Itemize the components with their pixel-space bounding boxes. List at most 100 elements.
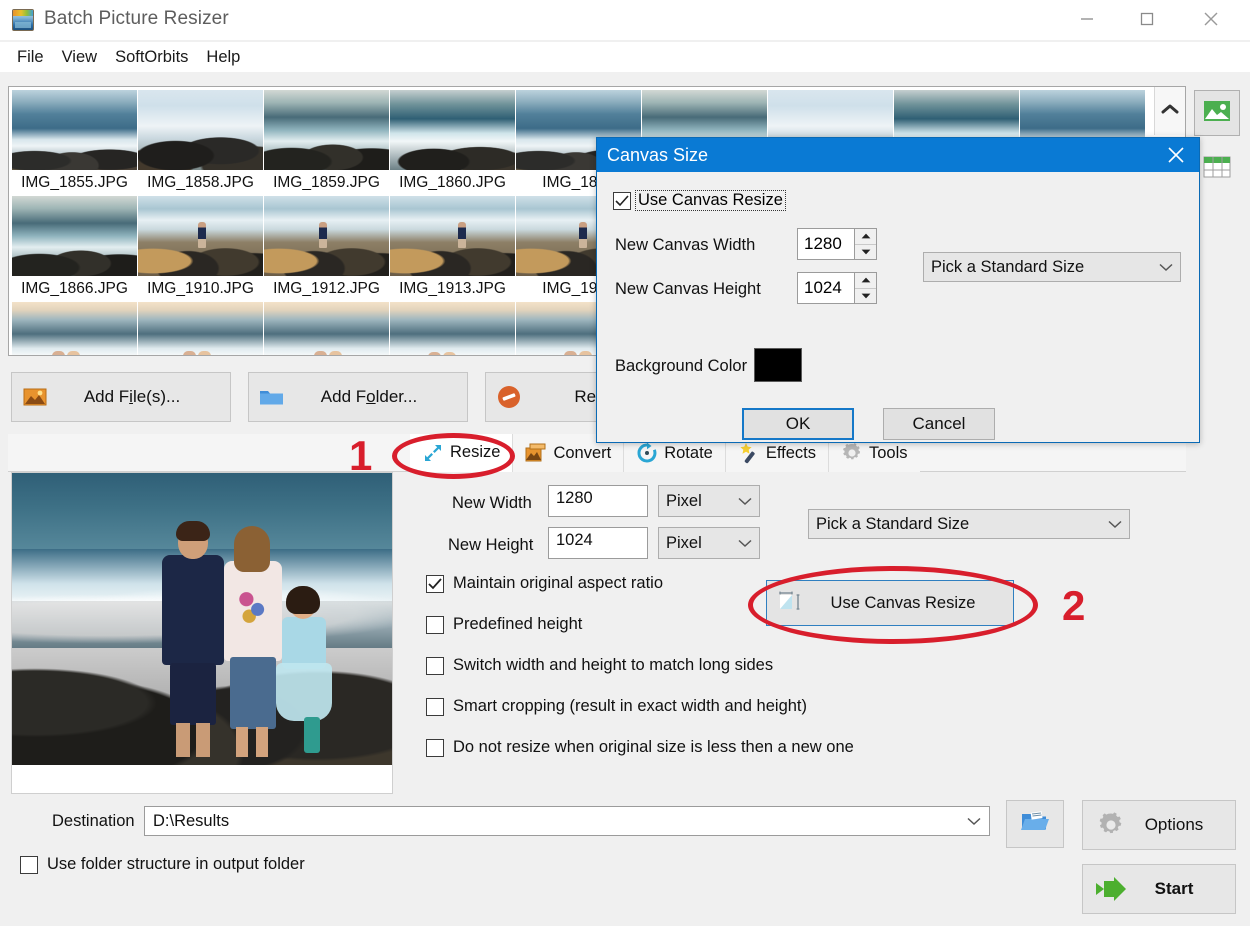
menu-item-help[interactable]: Help xyxy=(197,46,249,69)
chevron-down-icon xyxy=(738,492,752,511)
stepper-down-icon[interactable] xyxy=(855,245,876,260)
menu-item-view[interactable]: View xyxy=(53,46,106,69)
thumbnail-item[interactable] xyxy=(138,302,263,355)
checkbox-box xyxy=(426,574,444,593)
ok-label: OK xyxy=(785,414,811,433)
close-icon[interactable] xyxy=(1153,138,1199,172)
thumbnail-item[interactable]: IMG_1859.JPG xyxy=(264,90,389,196)
thumbnail-item[interactable]: IMG_1910.JPG xyxy=(138,196,263,302)
thumbnail-item[interactable] xyxy=(390,302,515,355)
menu-bar: File View SoftOrbits Help xyxy=(0,42,1250,72)
stepper-down-icon[interactable] xyxy=(855,289,876,304)
checkbox-use-folder-structure[interactable]: Use folder structure in output folder xyxy=(20,855,305,874)
minimize-button[interactable] xyxy=(1064,0,1110,38)
add-folder-button[interactable]: Add Folder... xyxy=(248,372,468,422)
thumbnail-item[interactable]: IMG_1912.JPG xyxy=(264,196,389,302)
checkbox-smart-cropping[interactable]: Smart cropping (result in exact width an… xyxy=(426,697,807,716)
checkbox-do-not-resize-smaller[interactable]: Do not resize when original size is less… xyxy=(426,738,854,757)
maximize-button[interactable] xyxy=(1124,0,1170,38)
annotation-marker-1: 1 xyxy=(349,432,373,479)
checkbox-label: Predefined height xyxy=(453,615,583,633)
new-width-unit-select[interactable]: Pixel xyxy=(658,485,760,517)
checkbox-maintain-aspect-ratio[interactable]: Maintain original aspect ratio xyxy=(426,574,663,593)
close-icon[interactable] xyxy=(1188,0,1234,38)
background-color-swatch[interactable] xyxy=(754,348,802,382)
destination-value: D:\Results xyxy=(153,811,230,830)
new-width-label: New Width xyxy=(452,494,532,512)
thumbnail-filename: IMG_1858.JPG xyxy=(147,174,254,191)
options-label: Options xyxy=(1144,815,1204,834)
new-width-input[interactable]: 1280 xyxy=(548,485,648,517)
app-image-icon xyxy=(12,9,34,31)
thumbnail-item[interactable] xyxy=(264,302,389,355)
canvas-size-dialog: Canvas Size Use Canvas Resize New Canvas… xyxy=(596,137,1200,443)
cancel-button[interactable]: Cancel xyxy=(883,408,995,440)
preview-person-man xyxy=(162,521,224,757)
chevron-down-icon xyxy=(738,534,752,553)
checkbox-label: Smart cropping (result in exact width an… xyxy=(453,697,808,715)
green-arrow-icon xyxy=(1083,877,1139,901)
standard-size-select[interactable]: Pick a Standard Size xyxy=(808,509,1130,539)
new-canvas-height-stepper[interactable]: 1024 xyxy=(797,272,877,304)
gear-icon xyxy=(841,442,863,464)
add-files-label: Add File(s)... xyxy=(83,387,181,406)
stepper-up-icon[interactable] xyxy=(855,229,876,245)
new-canvas-width-input[interactable]: 1280 xyxy=(797,228,855,260)
ok-button[interactable]: OK xyxy=(742,408,854,440)
dialog-checkbox-use-canvas-resize[interactable]: Use Canvas Resize xyxy=(613,190,786,211)
checkbox-predefined-height[interactable]: Predefined height xyxy=(426,615,582,634)
annotation-marker-2: 2 xyxy=(1062,582,1086,629)
annotation-ellipse-resize-tab xyxy=(392,433,515,479)
add-files-button[interactable]: Add File(s)... xyxy=(11,372,231,422)
thumbnail-image xyxy=(390,302,515,355)
thumbnail-item[interactable]: IMG_1866.JPG xyxy=(12,196,137,302)
checkbox-switch-width-height[interactable]: Switch width and height to match long si… xyxy=(426,656,773,675)
new-width-unit-value: Pixel xyxy=(666,491,702,510)
annotation-ellipse-canvas-button xyxy=(748,566,1038,644)
browse-destination-button[interactable] xyxy=(1006,800,1064,848)
thumbnail-scroll-up-button[interactable] xyxy=(1154,87,1185,135)
table-icon xyxy=(1203,155,1231,184)
thumbnail-item[interactable]: IMG_1860.JPG xyxy=(390,90,515,196)
stepper-arrows[interactable] xyxy=(855,228,877,260)
thumbnail-filename: IMG_1855.JPG xyxy=(21,174,128,191)
thumbnail-item[interactable]: IMG_1858.JPG xyxy=(138,90,263,196)
new-height-input[interactable]: 1024 xyxy=(548,527,648,559)
new-height-unit-select[interactable]: Pixel xyxy=(658,527,760,559)
destination-combobox[interactable]: D:\Results xyxy=(144,806,990,836)
thumbnail-item[interactable]: IMG_1855.JPG xyxy=(12,90,137,196)
thumbnail-item[interactable] xyxy=(12,302,137,355)
tab-effects-label: Effects xyxy=(765,443,816,462)
tab-rotate-label: Rotate xyxy=(664,443,713,462)
start-button[interactable]: Start xyxy=(1082,864,1236,914)
view-mode-toolbar xyxy=(1194,90,1244,202)
menu-item-softorbits[interactable]: SoftOrbits xyxy=(106,46,197,69)
menu-item-file[interactable]: File xyxy=(8,46,53,69)
new-canvas-height-input[interactable]: 1024 xyxy=(797,272,855,304)
checkbox-box xyxy=(426,615,444,634)
gear-icon xyxy=(1083,811,1139,839)
stepper-arrows[interactable] xyxy=(855,272,877,304)
thumbnail-filename: IMG_1912.JPG xyxy=(273,280,380,297)
options-button[interactable]: Options xyxy=(1082,800,1236,850)
thumbnail-image xyxy=(390,196,515,276)
view-mode-details-button[interactable] xyxy=(1194,146,1240,192)
thumbnail-filename: IMG_1910.JPG xyxy=(147,280,254,297)
dialog-standard-size-select[interactable]: Pick a Standard Size xyxy=(923,252,1181,282)
thumbnail-image xyxy=(138,302,263,355)
thumbnail-image xyxy=(138,90,263,170)
thumbnail-filename: IMG_1859.JPG xyxy=(273,174,380,191)
convert-image-icon xyxy=(525,442,547,464)
checkbox-label: Switch width and height to match long si… xyxy=(453,656,774,674)
thumbnail-image xyxy=(390,90,515,170)
stepper-up-icon[interactable] xyxy=(855,273,876,289)
new-canvas-width-stepper[interactable]: 1280 xyxy=(797,228,877,260)
view-mode-thumbnail-button[interactable] xyxy=(1194,90,1240,136)
dialog-title-bar: Canvas Size xyxy=(597,138,1199,172)
image-preview-panel[interactable] xyxy=(11,472,393,794)
thumbnail-item[interactable]: IMG_1913.JPG xyxy=(390,196,515,302)
thumbnail-filename: IMG_1860.JPG xyxy=(399,174,506,191)
thumbnail-filename: IMG_1866.JPG xyxy=(21,280,128,297)
preview-person-woman xyxy=(224,526,282,757)
preview-photo xyxy=(12,473,392,765)
